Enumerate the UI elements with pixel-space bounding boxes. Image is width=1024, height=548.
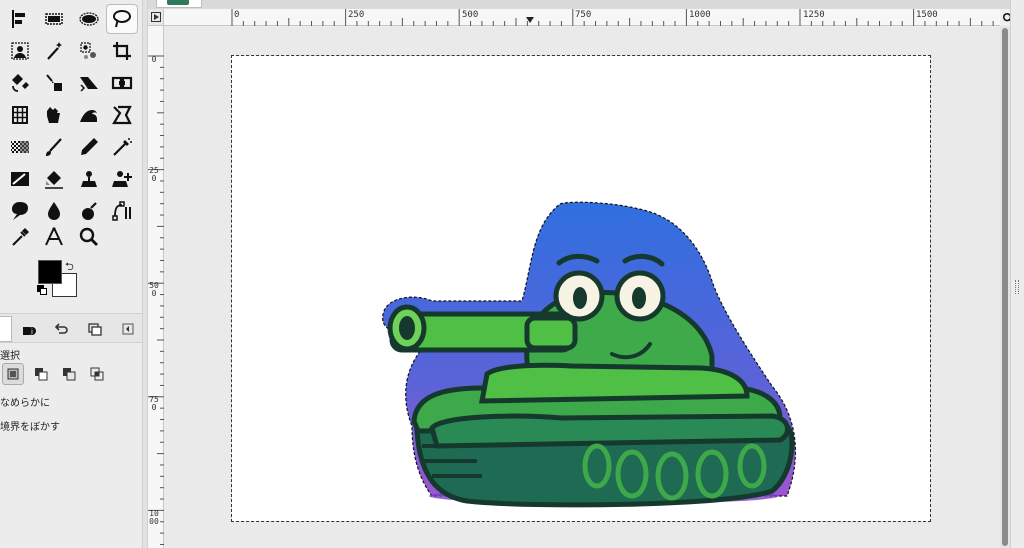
- device-status-icon: i: [23, 327, 36, 336]
- ruler-label: 250: [149, 166, 159, 183]
- antialias-label[interactable]: なめらかに: [0, 394, 50, 409]
- vertical-scrollbar[interactable]: [1000, 26, 1010, 548]
- ruler-label: 1000: [149, 509, 159, 526]
- mode-add-icon: [35, 368, 48, 381]
- ruler-label: 500: [462, 10, 479, 20]
- tab-images[interactable]: [80, 316, 110, 342]
- svg-text:i: i: [31, 328, 33, 336]
- dock-menu-icon: [122, 323, 134, 335]
- unified-transform-icon[interactable]: [4, 68, 36, 98]
- ellipse-select-icon[interactable]: [73, 4, 105, 34]
- gradient-icon[interactable]: [4, 132, 36, 162]
- foreground-color-swatch[interactable]: [38, 260, 62, 284]
- ruler-label: 1500: [916, 10, 938, 20]
- zoom-icon[interactable]: [73, 222, 105, 252]
- vertical-ruler[interactable]: 0 250 500 750 1000: [148, 26, 164, 548]
- ruler-label: 250: [348, 10, 365, 20]
- quick-mask-toggle[interactable]: [148, 9, 164, 26]
- ruler-label: 750: [149, 395, 159, 412]
- gimp-window: ⮌ i 選択 なめらかに 境界をぼかす 0 250 500 750 1000 1…: [0, 0, 1024, 548]
- tab-tool-options[interactable]: [0, 316, 12, 342]
- ruler-label: 1000: [689, 10, 711, 20]
- rect-select-icon[interactable]: [38, 4, 70, 34]
- canvas-area[interactable]: [164, 26, 1000, 548]
- mode-intersect-icon: [90, 367, 104, 381]
- measure-icon[interactable]: [38, 222, 70, 252]
- paintbrush-icon[interactable]: [38, 132, 70, 162]
- mode-replace-icon: [7, 368, 19, 380]
- images-icon: [88, 323, 102, 336]
- dock-menu-button[interactable]: [118, 316, 138, 342]
- grid-transform-icon[interactable]: [4, 100, 36, 130]
- crop-icon[interactable]: [106, 36, 138, 66]
- tank-illustration: [382, 201, 796, 508]
- mode-add-button[interactable]: [30, 363, 52, 385]
- scrollbar-thumb[interactable]: [1002, 28, 1008, 546]
- undo-history-icon: [54, 323, 68, 334]
- default-colors-icon[interactable]: [37, 285, 47, 295]
- mypaint-brush-icon[interactable]: [4, 164, 36, 194]
- pointer-position-marker: [526, 17, 534, 23]
- smudge-icon[interactable]: [73, 100, 105, 130]
- right-dock-edge: [1010, 0, 1024, 548]
- heal-icon[interactable]: [106, 164, 138, 194]
- free-select-icon[interactable]: [106, 4, 138, 34]
- path-icon[interactable]: [106, 100, 138, 130]
- flip-icon[interactable]: [73, 68, 105, 98]
- feather-edges-label[interactable]: 境界をぼかす: [0, 418, 60, 433]
- ruler-label: 750: [575, 10, 592, 20]
- color-picker-icon[interactable]: [4, 222, 36, 252]
- bucket-fill-icon[interactable]: [38, 100, 70, 130]
- ruler-label: 0: [151, 55, 157, 64]
- image-tab-strip: [148, 0, 1024, 9]
- paths-tool-icon[interactable]: [106, 196, 138, 226]
- toolbox-panel: ⮌ i 選択 なめらかに 境界をぼかす: [0, 0, 142, 548]
- ink-pen-icon[interactable]: [73, 132, 105, 162]
- tool-options-tabs: i: [0, 313, 142, 343]
- ruler-label: 1250: [803, 10, 825, 20]
- warp-transform-icon[interactable]: [38, 68, 70, 98]
- clone-icon[interactable]: [73, 164, 105, 194]
- tab-device-status[interactable]: i: [14, 316, 44, 342]
- mode-replace-button[interactable]: [2, 363, 24, 385]
- handle-transform-icon[interactable]: [106, 68, 138, 98]
- mode-label: 選択: [0, 351, 20, 362]
- dock-resize-grip[interactable]: [1015, 280, 1019, 294]
- tab-undo-history[interactable]: [46, 316, 76, 342]
- foreground-select-icon[interactable]: [4, 36, 36, 66]
- ruler-label: 0: [234, 10, 240, 20]
- selection-mode-row: [0, 363, 142, 387]
- image-tab-thumbnail[interactable]: [156, 0, 202, 8]
- alignment-tool-icon[interactable]: [4, 4, 36, 34]
- eraser-icon[interactable]: [38, 164, 70, 194]
- fuzzy-select-icon[interactable]: [38, 36, 70, 66]
- mode-subtract-button[interactable]: [58, 363, 80, 385]
- mode-intersect-button[interactable]: [86, 363, 108, 385]
- mode-subtract-icon: [63, 368, 76, 381]
- horizontal-ruler[interactable]: 0 250 500 750 1000 1250 1500: [164, 9, 1000, 26]
- airbrush-icon[interactable]: [106, 132, 138, 162]
- ruler-label: 500: [149, 281, 159, 298]
- select-by-color-icon[interactable]: [73, 36, 105, 66]
- image-canvas[interactable]: [231, 55, 931, 522]
